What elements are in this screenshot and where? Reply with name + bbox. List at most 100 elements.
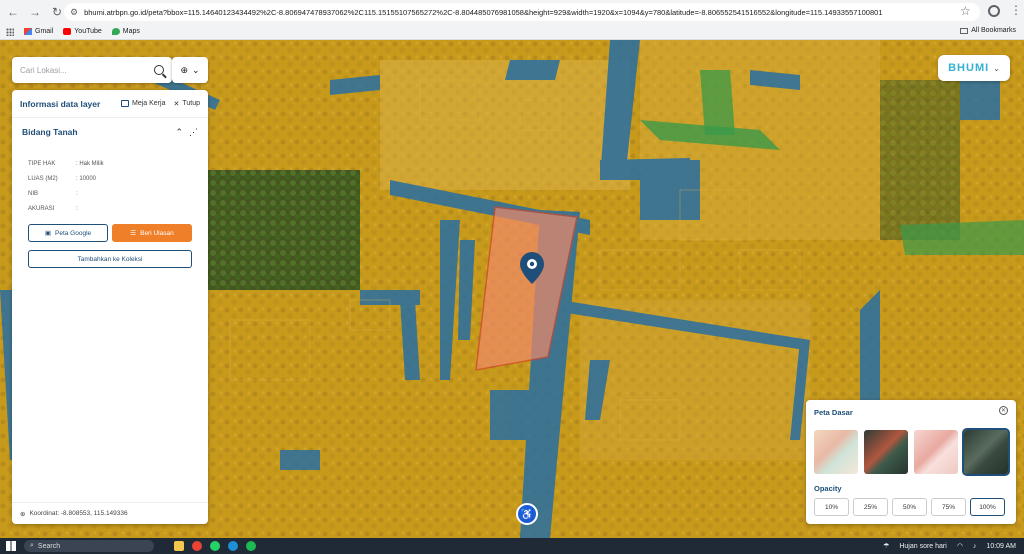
bookmarks-bar: Gmail YouTube Maps All Bookmarks bbox=[0, 24, 1024, 40]
add-to-collection-button[interactable]: Tambahkan ke Koleksi bbox=[28, 250, 192, 268]
panel-title: Informasi data layer bbox=[20, 98, 101, 109]
bookmark-maps[interactable]: Maps bbox=[111, 28, 140, 35]
google-map-label: Peta Google bbox=[55, 229, 92, 237]
spotify-icon[interactable] bbox=[246, 541, 256, 551]
attribute-row: AKURASI: bbox=[28, 201, 192, 216]
bookmark-label: YouTube bbox=[74, 28, 102, 35]
search-input[interactable]: Cari Lokasi... bbox=[20, 66, 154, 75]
os-taskbar: ⌕ Search ☂ Hujan sore hari ◠ ♪ 10:09 AM bbox=[0, 538, 1024, 554]
basemap-option-satellite[interactable] bbox=[962, 428, 1010, 476]
opacity-100[interactable]: 100% bbox=[970, 498, 1005, 516]
coordinate-readout: ⊕ Koordinat: -8.808553, 115.149336 bbox=[12, 502, 208, 524]
taskbar-search[interactable]: ⌕ Search bbox=[24, 540, 154, 552]
attribute-list: TIPE HAK : Hak Milik LUAS (M2) : 10000 NIB… bbox=[12, 146, 208, 216]
attribute-row: NIB: bbox=[28, 186, 192, 201]
share-icon[interactable]: ⋰ bbox=[189, 127, 198, 138]
action-buttons: ▣ Peta Google ☰ Beri Ulasan bbox=[12, 216, 208, 242]
url-text: bhumi.atrbpn.go.id/peta?bbox=115.1464012… bbox=[84, 7, 883, 17]
file-explorer-icon[interactable] bbox=[174, 541, 184, 551]
basemap-title: Peta Dasar bbox=[814, 408, 853, 417]
volume-icon[interactable]: ♪ bbox=[973, 543, 977, 550]
gmail-icon bbox=[24, 28, 32, 35]
workspace-button[interactable]: Meja Kerja bbox=[121, 100, 165, 107]
edge-icon[interactable] bbox=[228, 541, 238, 551]
google-map-button[interactable]: ▣ Peta Google bbox=[28, 224, 108, 242]
wifi-icon[interactable]: ◠ bbox=[957, 542, 963, 550]
all-bookmarks-label: All Bookmarks bbox=[971, 27, 1016, 34]
map-image-icon: ▣ bbox=[44, 230, 51, 237]
bookmark-gmail[interactable]: Gmail bbox=[24, 28, 53, 35]
basemap-panel: Peta Dasar ✕ Opacity 10% 25% 50% 75% 100… bbox=[806, 400, 1016, 524]
review-label: Beri Ulasan bbox=[140, 229, 174, 237]
close-icon: ✕ bbox=[173, 100, 180, 108]
bookmark-label: Maps bbox=[122, 28, 140, 35]
windows-start-icon[interactable] bbox=[6, 541, 16, 551]
search-icon[interactable] bbox=[154, 65, 164, 75]
bookmark-label: Gmail bbox=[35, 28, 54, 35]
menu-kebab-icon[interactable]: ⋮ bbox=[1010, 3, 1022, 17]
all-bookmarks[interactable]: All Bookmarks bbox=[960, 27, 1016, 34]
taskbar-search-label: Search bbox=[37, 542, 61, 550]
apps-grid-icon[interactable] bbox=[6, 27, 14, 36]
close-label: Tutup bbox=[182, 100, 200, 107]
section-header: Bidang Tanah ⌃ ⋰ bbox=[12, 118, 208, 146]
bhumi-logo-dropdown[interactable]: BHUMI ⌄ bbox=[938, 55, 1010, 81]
whatsapp-icon[interactable] bbox=[210, 541, 220, 551]
location-search[interactable]: Cari Lokasi... bbox=[12, 57, 172, 83]
opacity-title: Opacity bbox=[814, 484, 842, 493]
back-icon[interactable]: ← bbox=[4, 3, 22, 21]
system-tray: ☂ Hujan sore hari ◠ ♪ 10:09 AM bbox=[883, 542, 1016, 551]
opacity-50[interactable]: 50% bbox=[892, 498, 927, 516]
zoom-search-icon: ⊕ bbox=[180, 64, 188, 75]
attribute-key: TIPE HAK bbox=[28, 160, 56, 167]
maps-pin-icon bbox=[111, 28, 120, 35]
opacity-25[interactable]: 25% bbox=[853, 498, 888, 516]
basemap-option-street[interactable] bbox=[814, 430, 858, 474]
weather-text[interactable]: Hujan sore hari bbox=[899, 543, 946, 550]
accessibility-icon[interactable]: ♿ bbox=[516, 503, 538, 525]
browser-toolbar: ← → ↻ ⚙ bhumi.atrbpn.go.id/peta?bbox=115… bbox=[0, 0, 1024, 24]
coordinate-text: Koordinat: -8.808553, 115.149336 bbox=[29, 510, 128, 517]
workspace-icon bbox=[121, 100, 130, 107]
search-icon: ⌕ bbox=[30, 542, 34, 549]
attribute-key: AKURASI bbox=[28, 205, 55, 212]
workspace-label: Meja Kerja bbox=[132, 100, 166, 107]
attribute-value: : bbox=[76, 205, 78, 212]
clock[interactable]: 10:09 AM bbox=[986, 543, 1016, 550]
layer-info-panel: Informasi data layer Meja Kerja ✕ Tutup … bbox=[12, 90, 208, 524]
site-info-icon[interactable]: ⚙ bbox=[70, 7, 78, 18]
review-button[interactable]: ☰ Beri Ulasan bbox=[112, 224, 192, 242]
bookmark-star-icon[interactable]: ☆ bbox=[960, 4, 971, 18]
attribute-value: : bbox=[76, 190, 78, 197]
attribute-value: : 10000 bbox=[76, 175, 97, 182]
list-icon: ☰ bbox=[130, 230, 137, 237]
panel-header: Informasi data layer Meja Kerja ✕ Tutup bbox=[12, 90, 208, 118]
bookmark-youtube[interactable]: YouTube bbox=[63, 28, 102, 35]
basemap-option-light[interactable] bbox=[914, 430, 958, 474]
opacity-75[interactable]: 75% bbox=[931, 498, 966, 516]
attribute-key: LUAS (M2) bbox=[28, 175, 58, 182]
weather-icon: ☂ bbox=[883, 543, 890, 550]
section-title: Bidang Tanah bbox=[22, 127, 78, 137]
address-bar[interactable]: ⚙ bhumi.atrbpn.go.id/peta?bbox=115.14640… bbox=[64, 3, 980, 21]
attribute-key: NIB bbox=[28, 190, 39, 197]
taskbar-apps bbox=[174, 541, 256, 551]
zoom-dropdown[interactable]: ⊕ ⌄ bbox=[172, 57, 208, 83]
opacity-10[interactable]: 10% bbox=[814, 498, 849, 516]
profile-icon[interactable] bbox=[988, 5, 1000, 17]
logo-text: BHUMI bbox=[948, 62, 990, 74]
basemap-option-dark[interactable] bbox=[864, 430, 908, 474]
forward-icon[interactable]: → bbox=[26, 3, 44, 21]
chevron-down-icon: ⌄ bbox=[192, 64, 200, 75]
close-icon[interactable]: ✕ bbox=[999, 406, 1008, 415]
folder-icon bbox=[960, 27, 969, 34]
basemap-thumbnails bbox=[814, 428, 1010, 476]
opacity-options: 10% 25% 50% 75% 100% bbox=[814, 498, 1005, 516]
chrome-icon[interactable] bbox=[192, 541, 202, 551]
crosshair-icon: ⊕ bbox=[20, 510, 26, 518]
youtube-icon bbox=[63, 28, 72, 35]
attribute-value: : Hak Milik bbox=[76, 160, 104, 167]
close-panel-button[interactable]: ✕ Tutup bbox=[173, 100, 200, 108]
chevron-down-icon: ⌄ bbox=[993, 63, 1000, 73]
chevron-up-icon[interactable]: ⌃ bbox=[175, 127, 183, 138]
